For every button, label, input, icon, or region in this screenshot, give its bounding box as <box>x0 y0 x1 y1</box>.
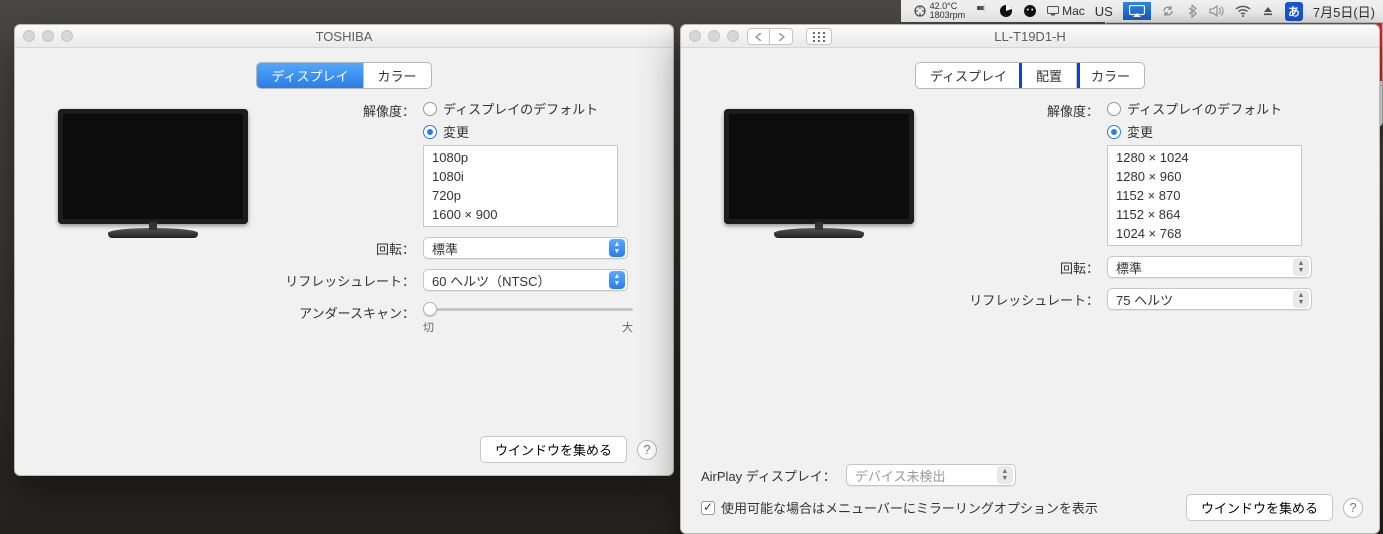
window-title: TOSHIBA <box>316 29 373 44</box>
refresh-select[interactable]: 60 ヘルツ（NTSC） ▲▼ <box>423 269 628 291</box>
resolution-option[interactable]: 1152 × 870 <box>1108 186 1301 205</box>
bluetooth-icon[interactable] <box>1185 4 1199 18</box>
sync-icon[interactable] <box>1161 4 1175 18</box>
forward-button[interactable] <box>770 28 793 45</box>
resolution-label: 解像度： <box>939 99 1107 120</box>
locale-label[interactable]: US <box>1095 4 1113 19</box>
rpm-value: 1803rpm <box>930 11 966 20</box>
date-label[interactable]: 7月5日(日) <box>1313 2 1375 21</box>
mirror-checkbox-label: 使用可能な場合はメニューバーにミラーリングオプションを表示 <box>721 498 1098 517</box>
radio-scaled[interactable]: 変更 <box>423 122 655 141</box>
radio-default[interactable]: ディスプレイのデフォルト <box>423 99 655 118</box>
underscan-max-label: 大 <box>622 319 633 335</box>
display-prefs-toshiba: TOSHIBA ディスプレイ カラー 解像度： ディスプレイのデフォルト 変更 … <box>14 24 674 476</box>
ime-indicator[interactable]: あ <box>1285 2 1303 21</box>
titlebar[interactable]: LL-T19D1-H <box>681 25 1379 48</box>
resolution-list[interactable]: 1080p 1080i 720p 1600 × 900 <box>423 145 618 227</box>
refresh-select[interactable]: 75 ヘルツ ▲▼ <box>1107 288 1312 310</box>
resolution-option[interactable]: 1280 × 960 <box>1108 167 1301 186</box>
monitor-preview <box>724 109 914 224</box>
resolution-list[interactable]: 1280 × 1024 1280 × 960 1152 × 870 1152 ×… <box>1107 145 1302 246</box>
underscan-slider[interactable] <box>423 301 633 317</box>
pie-icon[interactable] <box>999 4 1013 18</box>
mac-label[interactable]: Mac <box>1047 4 1085 18</box>
volume-icon[interactable] <box>1209 5 1225 17</box>
wifi-icon[interactable] <box>1235 5 1251 17</box>
mirror-checkbox[interactable] <box>701 501 715 515</box>
resolution-option[interactable]: 720p <box>424 186 617 205</box>
refresh-label: リフレッシュレート： <box>273 269 423 290</box>
airplay-menubar-icon[interactable] <box>1123 2 1151 20</box>
underscan-off-label: 切 <box>423 319 434 335</box>
tabs: ディスプレイ 配置 カラー <box>681 62 1379 89</box>
fan-status: 42.0°C 1803rpm <box>913 2 966 20</box>
show-all-button[interactable] <box>806 28 832 45</box>
radio-default[interactable]: ディスプレイのデフォルト <box>1107 99 1361 118</box>
flag-icon[interactable] <box>975 4 989 18</box>
resolution-option[interactable]: 1080i <box>424 167 617 186</box>
rotation-select[interactable]: 標準 ▲▼ <box>1107 256 1312 278</box>
monitor-preview <box>58 109 248 224</box>
radio-scaled[interactable]: 変更 <box>1107 122 1361 141</box>
resolution-label: 解像度： <box>273 99 423 120</box>
resolution-option[interactable]: 1280 × 1024 <box>1108 148 1301 167</box>
resolution-option[interactable]: 1024 × 768 <box>1108 224 1301 243</box>
help-button[interactable]: ? <box>1343 498 1363 518</box>
resolution-option[interactable]: 1600 × 900 <box>424 205 617 224</box>
tab-arrangement[interactable]: 配置 <box>1022 63 1077 88</box>
resolution-option[interactable]: 1152 × 864 <box>1108 205 1301 224</box>
resolution-option[interactable]: 1080p <box>424 148 617 167</box>
window-title: LL-T19D1-H <box>994 29 1066 44</box>
tab-color[interactable]: カラー <box>364 63 431 88</box>
gather-windows-button[interactable]: ウインドウを集める <box>480 436 627 463</box>
tab-display[interactable]: ディスプレイ <box>916 63 1022 88</box>
refresh-label: リフレッシュレート： <box>939 288 1107 309</box>
fan-icon <box>913 4 927 18</box>
rotation-label: 回転： <box>939 256 1107 277</box>
menubar: 42.0°C 1803rpm Mac US あ 7月5日(日) <box>901 0 1383 22</box>
underscan-label: アンダースキャン： <box>273 301 423 322</box>
help-button[interactable]: ? <box>637 440 657 460</box>
gather-windows-button[interactable]: ウインドウを集める <box>1186 494 1333 521</box>
tab-color[interactable]: カラー <box>1077 63 1144 88</box>
traffic-lights[interactable] <box>23 30 73 42</box>
tab-display[interactable]: ディスプレイ <box>257 63 363 88</box>
display-prefs-llt19d1h: LL-T19D1-H ディスプレイ 配置 カラー 解像度： ディスプレイのデフォ… <box>680 24 1380 534</box>
titlebar[interactable]: TOSHIBA <box>15 25 673 48</box>
display-small-icon <box>1047 6 1059 16</box>
nav-buttons <box>747 28 793 45</box>
tabs: ディスプレイ カラー <box>15 62 673 89</box>
airplay-label: AirPlay ディスプレイ： <box>701 466 836 485</box>
back-button[interactable] <box>747 28 770 45</box>
eject-icon[interactable] <box>1261 4 1275 18</box>
face-icon[interactable] <box>1023 4 1037 18</box>
rotation-label: 回転： <box>273 237 423 258</box>
rotation-select[interactable]: 標準 ▲▼ <box>423 237 628 259</box>
traffic-lights[interactable] <box>689 30 739 42</box>
airplay-select[interactable]: デバイス未検出 ▲▼ <box>846 464 1016 486</box>
